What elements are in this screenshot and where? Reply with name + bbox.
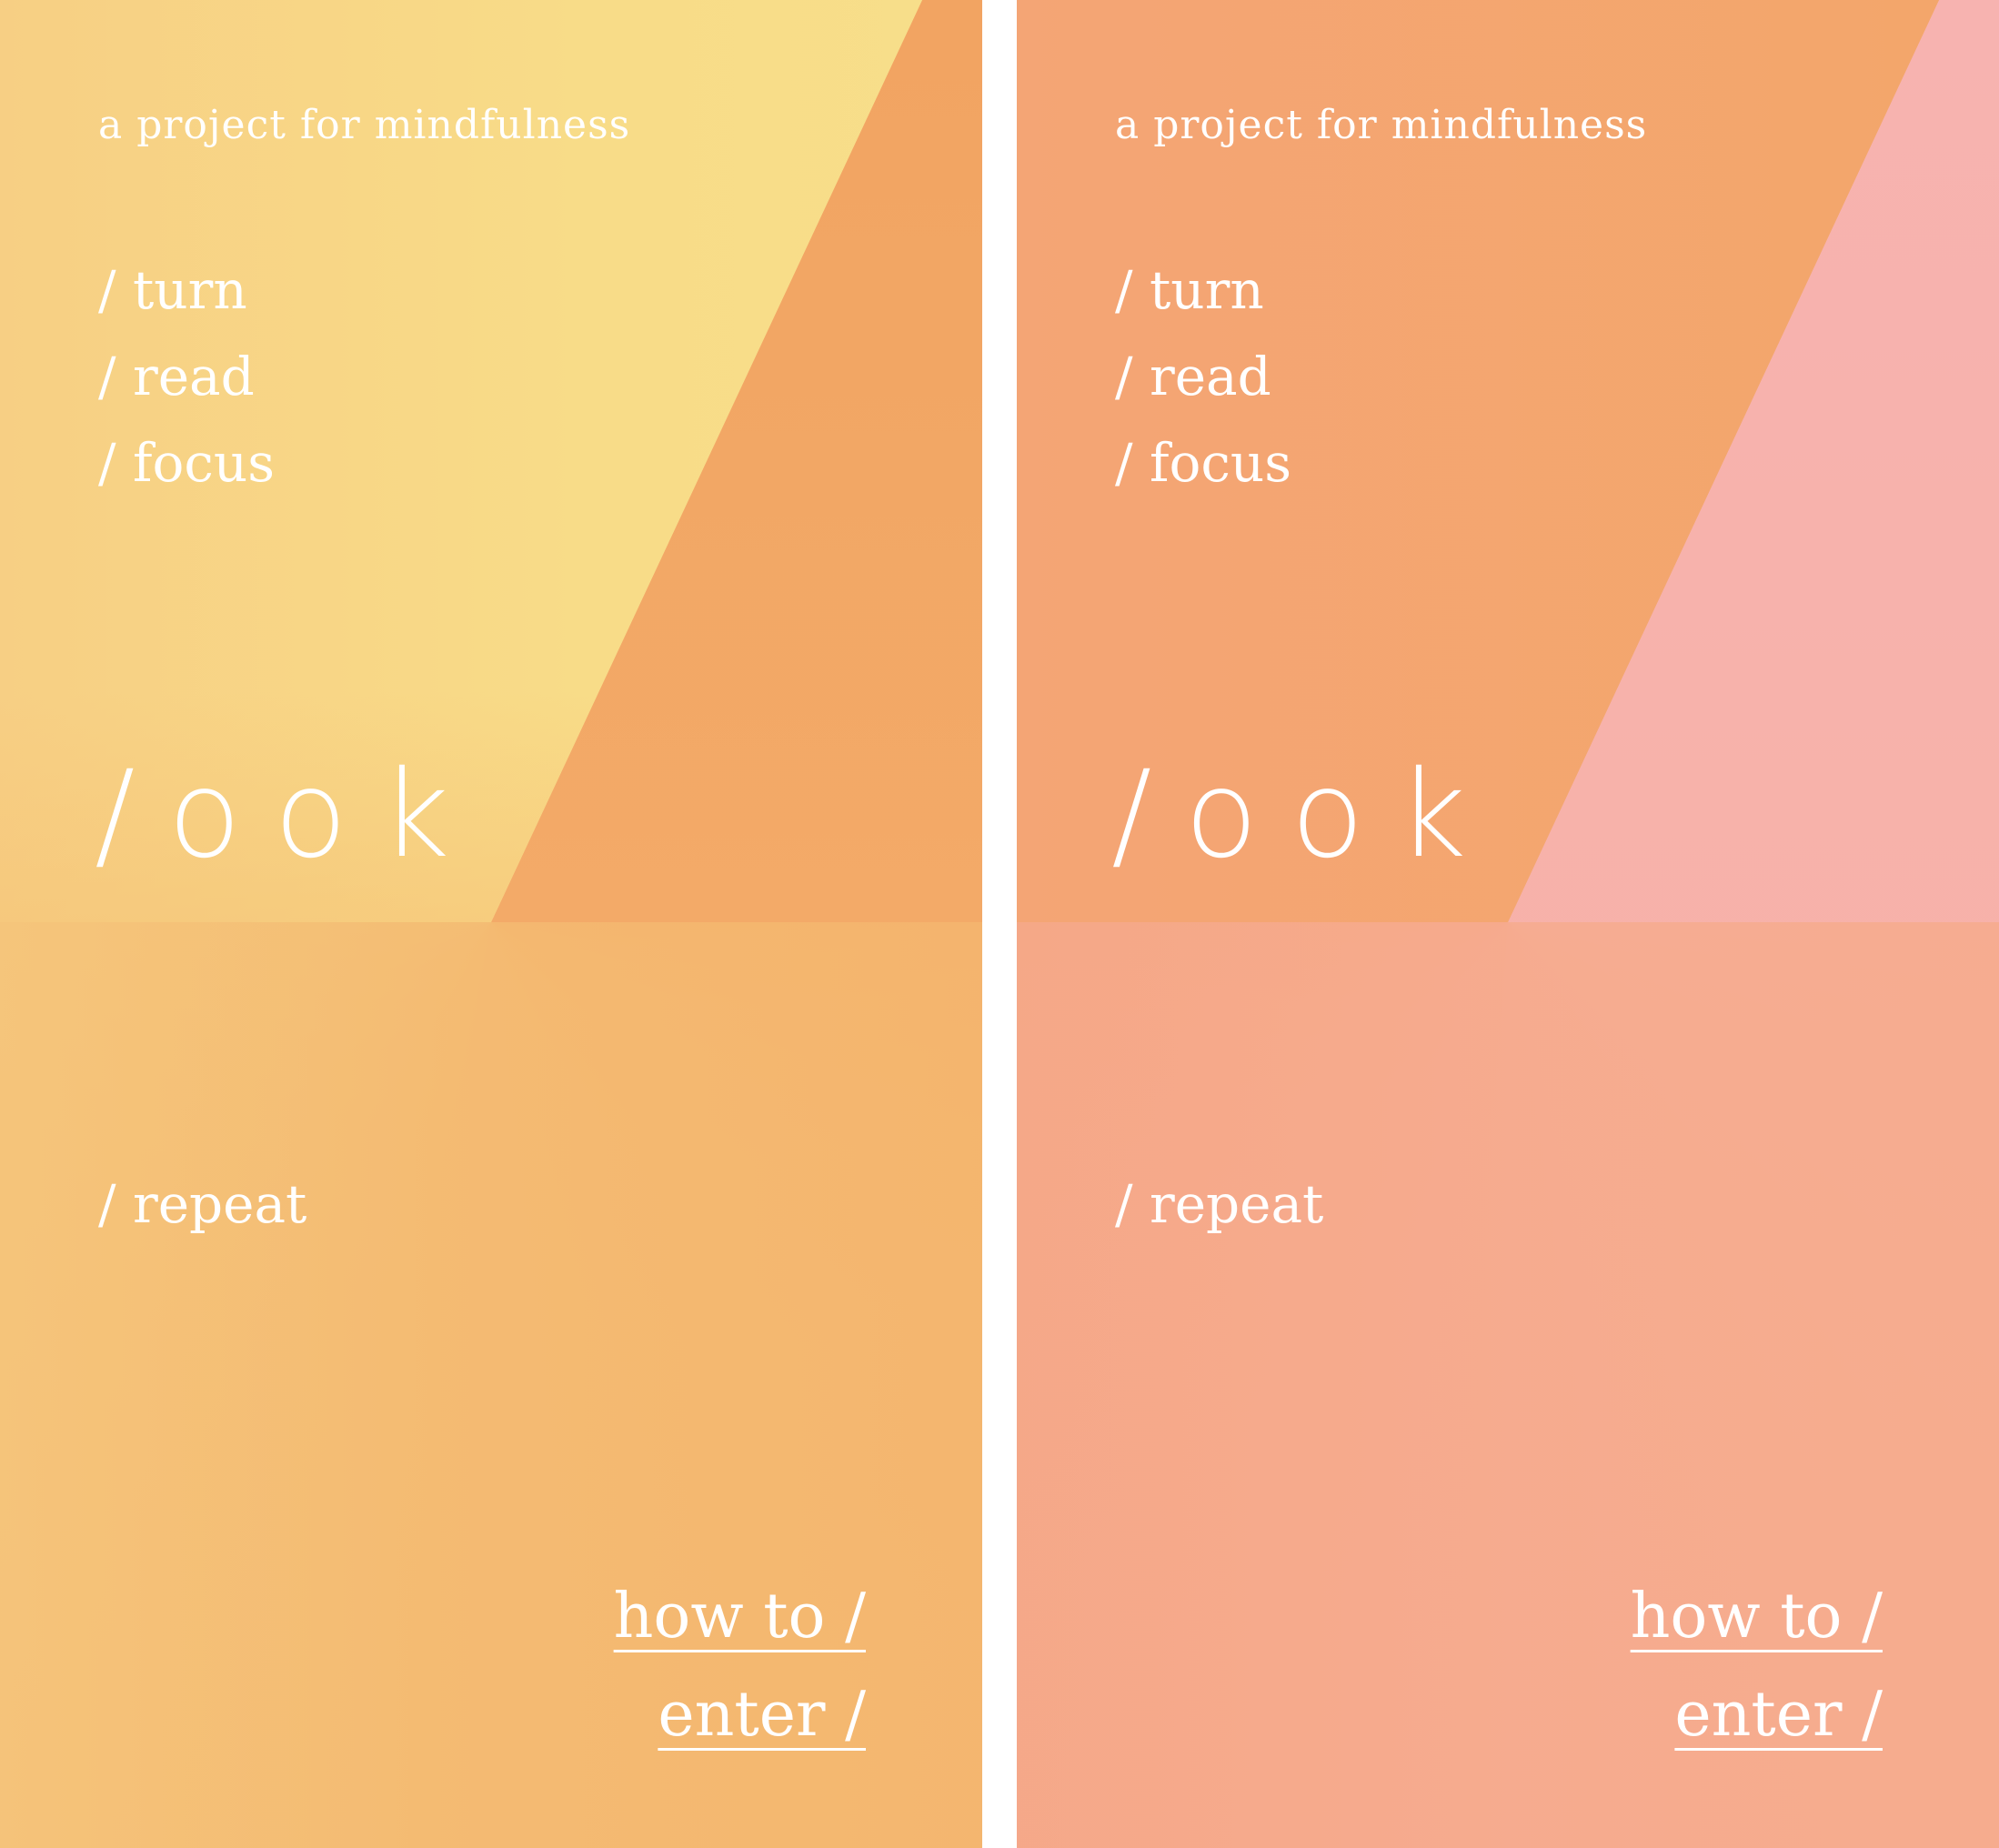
step-read: / read [1115, 346, 1271, 407]
nav-links: how to / enter / [1631, 1568, 1883, 1764]
screen-pink: a project for mindfulness / turn / read … [1017, 0, 1999, 1848]
how-to-link[interactable]: how to / [1631, 1568, 1883, 1666]
enter-link[interactable]: enter / [1631, 1666, 1883, 1764]
enter-link[interactable]: enter / [614, 1666, 866, 1764]
step-repeat: / repeat [1115, 1173, 1324, 1235]
tagline: a project for mindfulness [1115, 102, 1648, 148]
step-turn: / turn [1115, 259, 1264, 321]
how-to-link[interactable]: how to / [614, 1568, 866, 1666]
step-read: / read [98, 346, 255, 407]
app-logo: /ook [95, 745, 483, 885]
app-logo: /ook [1111, 745, 1500, 885]
step-turn: / turn [98, 259, 247, 321]
steps-list: / turn / read / focus [98, 247, 275, 507]
step-focus: / focus [98, 432, 275, 494]
steps-list: / turn / read / focus [1115, 247, 1291, 507]
step-focus: / focus [1115, 432, 1291, 494]
screen-yellow: a project for mindfulness / turn / read … [0, 0, 982, 1848]
nav-links: how to / enter / [614, 1568, 866, 1764]
tagline: a project for mindfulness [98, 102, 631, 148]
step-repeat: / repeat [98, 1173, 307, 1235]
